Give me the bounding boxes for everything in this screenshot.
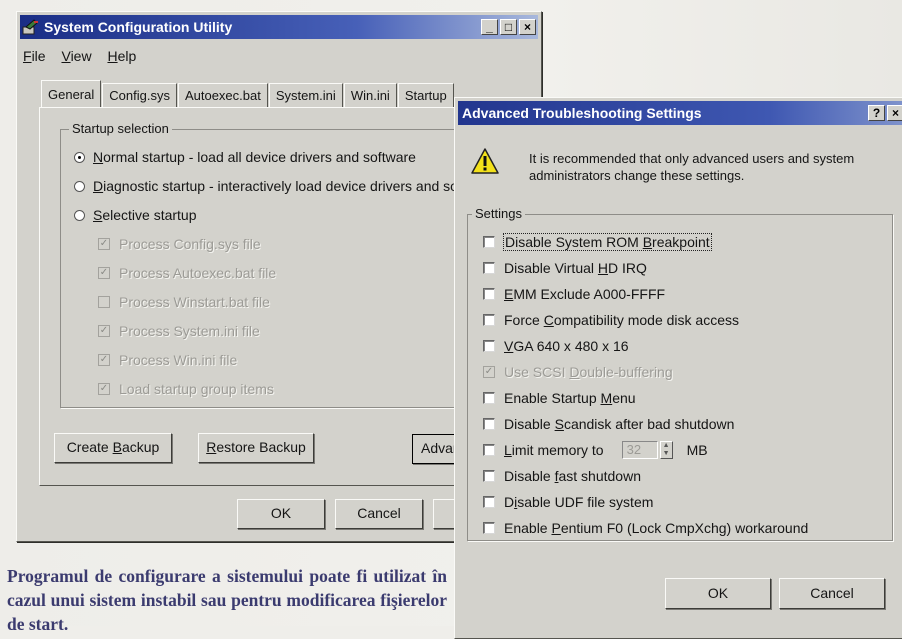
radio-normal-startup[interactable]: Normal startup - load all device drivers… (74, 149, 416, 165)
general-tab-panel: Startup selection Normal startup - load … (39, 107, 492, 486)
warning-icon (471, 148, 499, 174)
checkbox-indicator[interactable] (483, 314, 495, 326)
opt-limit-memory[interactable]: Limit memory to 32 ▲ ▼ MB (483, 441, 708, 459)
checkbox-indicator[interactable] (483, 392, 495, 404)
advanced-dialog-title: Advanced Troubleshooting Settings (462, 105, 702, 121)
opt-disable-virtual-hd-irq[interactable]: Disable Virtual HD IRQ (483, 260, 647, 276)
tab-config-sys[interactable]: Config.sys (102, 83, 177, 107)
menu-bar: File View Help (23, 48, 148, 64)
cancel-button[interactable]: Cancel (335, 499, 423, 529)
startup-selection-label: Startup selection (69, 121, 172, 136)
radio-diagnostic-startup[interactable]: Diagnostic startup - interactively load … (74, 178, 488, 194)
checkbox-indicator[interactable] (483, 522, 495, 534)
checkbox-indicator[interactable]: ✓ (98, 325, 110, 337)
advanced-ok-button[interactable]: OK (665, 578, 771, 609)
checkbox-indicator[interactable] (483, 496, 495, 508)
radio-selective-indicator[interactable] (74, 209, 85, 221)
opt-disable-udf[interactable]: Disable UDF file system (483, 494, 653, 510)
checkbox-indicator[interactable]: ✓ (98, 267, 110, 279)
checkbox-indicator[interactable] (483, 470, 495, 482)
menu-file[interactable]: File (23, 48, 46, 64)
tab-general[interactable]: General (41, 80, 102, 107)
close-icon[interactable]: × (519, 19, 536, 35)
ok-button[interactable]: OK (237, 499, 325, 529)
radio-diagnostic-indicator[interactable] (74, 180, 85, 192)
check-load-startup-group[interactable]: ✓ Load startup group items (98, 381, 274, 397)
tab-autoexec-bat[interactable]: Autoexec.bat (177, 83, 268, 107)
opt-scsi-double-buffering[interactable]: ✓ Use SCSI Double-buffering (483, 364, 673, 380)
main-title-bar[interactable]: System Configuration Utility _ □ × (20, 15, 538, 39)
checkbox-indicator[interactable] (98, 296, 110, 308)
checkbox-indicator[interactable] (483, 340, 495, 352)
maximize-icon[interactable]: □ (500, 19, 517, 35)
restore-backup-button[interactable]: Restore Backup (198, 433, 314, 463)
checkbox-indicator[interactable] (483, 418, 495, 430)
tab-strip: General Config.sys Autoexec.bat System.i… (41, 80, 455, 107)
create-backup-button[interactable]: Create Backup (54, 433, 172, 463)
advanced-cancel-button[interactable]: Cancel (779, 578, 885, 609)
opt-enable-startup-menu[interactable]: Enable Startup Menu (483, 390, 636, 406)
memory-unit-label: MB (686, 442, 708, 458)
advanced-title-bar[interactable]: Advanced Troubleshooting Settings ? × (458, 101, 902, 125)
settings-label: Settings (472, 206, 525, 221)
opt-vga-640[interactable]: VGA 640 x 480 x 16 (483, 338, 629, 354)
memory-spinner-icon[interactable]: ▲ ▼ (659, 441, 673, 459)
tab-startup[interactable]: Startup (397, 83, 454, 107)
tab-win-ini[interactable]: Win.ini (343, 83, 397, 107)
checkbox-indicator[interactable]: ✓ (98, 383, 110, 395)
checkbox-indicator[interactable] (483, 288, 495, 300)
help-icon[interactable]: ? (868, 105, 885, 121)
minimize-icon[interactable]: _ (481, 19, 498, 35)
tab-system-ini[interactable]: System.ini (268, 83, 343, 107)
opt-force-compat-disk[interactable]: Force Compatibility mode disk access (483, 312, 739, 328)
opt-pentium-f0-workaround[interactable]: Enable Pentium F0 (Lock CmpXchg) workaro… (483, 520, 808, 536)
main-window-title: System Configuration Utility (44, 19, 233, 35)
check-process-system-ini[interactable]: ✓ Process System.ini file (98, 323, 260, 339)
checkbox-indicator[interactable] (483, 444, 495, 456)
check-process-autoexec-bat[interactable]: ✓ Process Autoexec.bat file (98, 265, 276, 281)
check-process-win-ini[interactable]: ✓ Process Win.ini file (98, 352, 237, 368)
checkbox-indicator[interactable] (483, 262, 495, 274)
checkbox-indicator[interactable]: ✓ (98, 354, 110, 366)
warning-message: It is recommended that only advanced use… (529, 151, 855, 183)
opt-emm-exclude[interactable]: EMM Exclude A000-FFFF (483, 286, 665, 302)
menu-view[interactable]: View (61, 48, 91, 64)
radio-normal-indicator[interactable] (74, 151, 85, 163)
memory-limit-input[interactable]: 32 (621, 441, 658, 459)
check-process-winstart-bat[interactable]: Process Winstart.bat file (98, 294, 270, 310)
checkbox-indicator[interactable]: ✓ (483, 366, 495, 378)
radio-selective-startup[interactable]: Selective startup (74, 207, 197, 223)
app-icon (22, 19, 38, 35)
opt-disable-scandisk[interactable]: Disable Scandisk after bad shutdown (483, 416, 734, 432)
article-caption: Programul de configurare a sistemului po… (7, 566, 447, 634)
menu-help[interactable]: Help (107, 48, 136, 64)
checkbox-indicator[interactable] (483, 236, 495, 248)
opt-disable-rom-breakpoint[interactable]: Disable System ROM Breakpoint (483, 233, 712, 251)
check-process-config-sys[interactable]: ✓ Process Config.sys file (98, 236, 261, 252)
advanced-troubleshooting-dialog: Advanced Troubleshooting Settings ? × It… (454, 97, 902, 639)
checkbox-indicator[interactable]: ✓ (98, 238, 110, 250)
close-icon[interactable]: × (887, 105, 902, 121)
opt-disable-fast-shutdown[interactable]: Disable fast shutdown (483, 468, 641, 484)
